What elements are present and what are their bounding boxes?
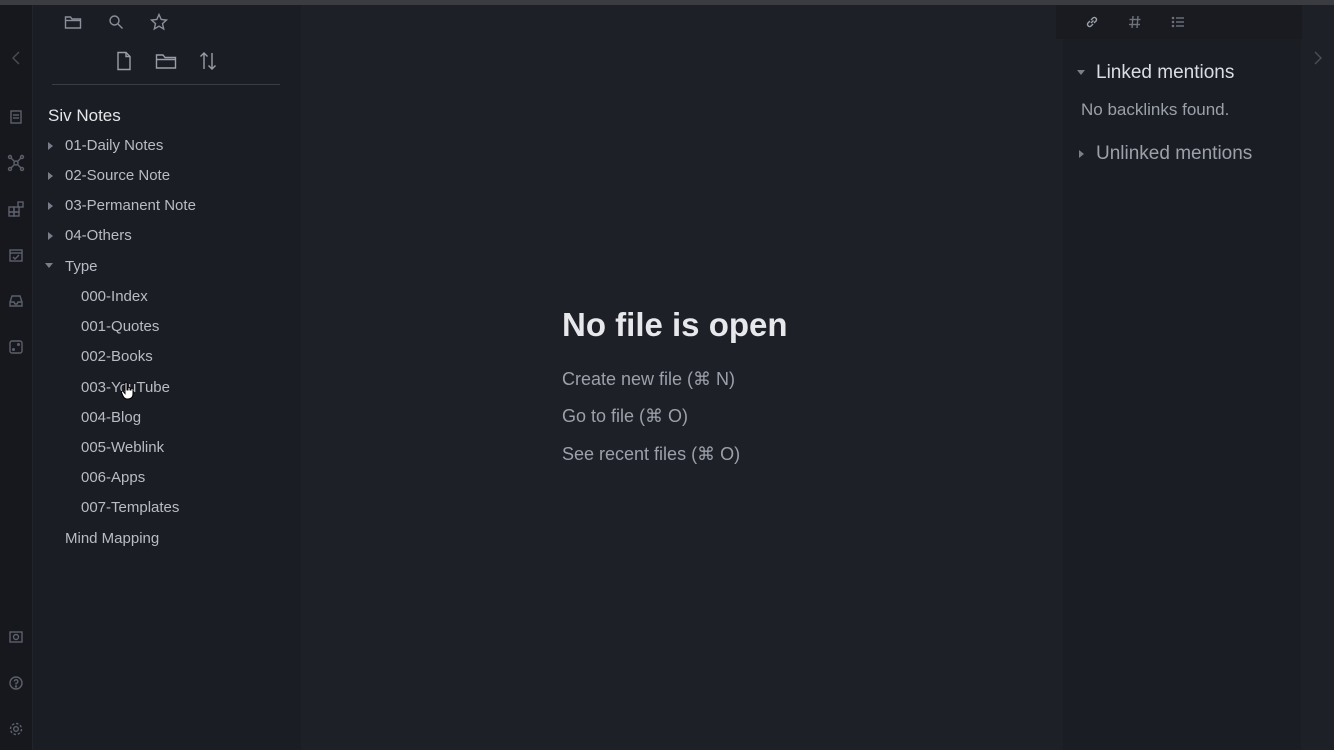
plugins-icon[interactable]: [6, 199, 26, 219]
vault-icon[interactable]: [6, 627, 26, 647]
hash-icon[interactable]: [1125, 12, 1145, 32]
hand-cursor-icon: [120, 381, 134, 400]
collapse-arrow-icon[interactable]: [48, 202, 53, 210]
empty-state-title: No file is open: [562, 306, 788, 343]
subfolder-blog[interactable]: 004-Blog: [81, 409, 141, 426]
folder-mind-mapping[interactable]: Mind Mapping: [65, 530, 159, 547]
sort-icon[interactable]: [197, 50, 219, 72]
link-icon[interactable]: [1082, 12, 1102, 32]
vault-name[interactable]: Siv Notes: [48, 106, 121, 126]
folder-permanent-note[interactable]: 03-Permanent Note: [65, 197, 196, 214]
graph-icon[interactable]: [6, 153, 26, 173]
settings-icon[interactable]: [6, 719, 26, 739]
daily-note-icon[interactable]: [6, 107, 26, 127]
collapse-right-sidebar-icon[interactable]: [1308, 48, 1328, 68]
subfolder-weblink[interactable]: 005-Weblink: [81, 439, 164, 456]
left-ribbon: [0, 5, 33, 750]
see-recent-files-link[interactable]: See recent files (⌘ O): [562, 444, 740, 465]
search-icon[interactable]: [106, 12, 126, 32]
collapse-arrow-icon[interactable]: [48, 172, 53, 180]
folder-daily-notes[interactable]: 01-Daily Notes: [65, 137, 163, 154]
subfolder-books[interactable]: 002-Books: [81, 348, 153, 365]
linked-mentions-toggle-icon[interactable]: [1077, 70, 1085, 75]
folder-others[interactable]: 04-Others: [65, 227, 132, 244]
list-icon[interactable]: [1168, 12, 1188, 32]
go-to-file-link[interactable]: Go to file (⌘ O): [562, 406, 688, 427]
folder-source-note[interactable]: 02-Source Note: [65, 167, 170, 184]
no-backlinks-text: No backlinks found.: [1081, 100, 1230, 119]
new-note-icon[interactable]: [113, 50, 135, 72]
unlinked-mentions-header[interactable]: Unlinked mentions: [1096, 143, 1252, 165]
unlinked-mentions-toggle-icon[interactable]: [1079, 150, 1084, 158]
new-folder-icon[interactable]: [155, 50, 177, 72]
expand-arrow-icon[interactable]: [45, 263, 53, 268]
subfolder-index[interactable]: 000-Index: [81, 288, 148, 305]
left-sidebar-tabs: [50, 6, 300, 36]
collapse-arrow-icon[interactable]: [48, 142, 53, 150]
subfolder-quotes[interactable]: 001-Quotes: [81, 318, 159, 335]
collapse-left-sidebar-icon[interactable]: [6, 48, 26, 68]
subfolder-apps[interactable]: 006-Apps: [81, 469, 145, 486]
folder-type[interactable]: Type: [65, 258, 98, 275]
toolbar-divider: [52, 84, 280, 85]
collapse-arrow-icon[interactable]: [48, 232, 53, 240]
folder-icon[interactable]: [63, 12, 83, 32]
calendar-icon[interactable]: [6, 245, 26, 265]
help-icon[interactable]: [6, 673, 26, 693]
dice-icon[interactable]: [6, 337, 26, 357]
inbox-icon[interactable]: [6, 291, 26, 311]
create-new-file-link[interactable]: Create new file (⌘ N): [562, 369, 735, 390]
linked-mentions-header[interactable]: Linked mentions: [1096, 62, 1234, 84]
subfolder-templates[interactable]: 007-Templates: [81, 499, 179, 516]
star-icon[interactable]: [149, 12, 169, 32]
